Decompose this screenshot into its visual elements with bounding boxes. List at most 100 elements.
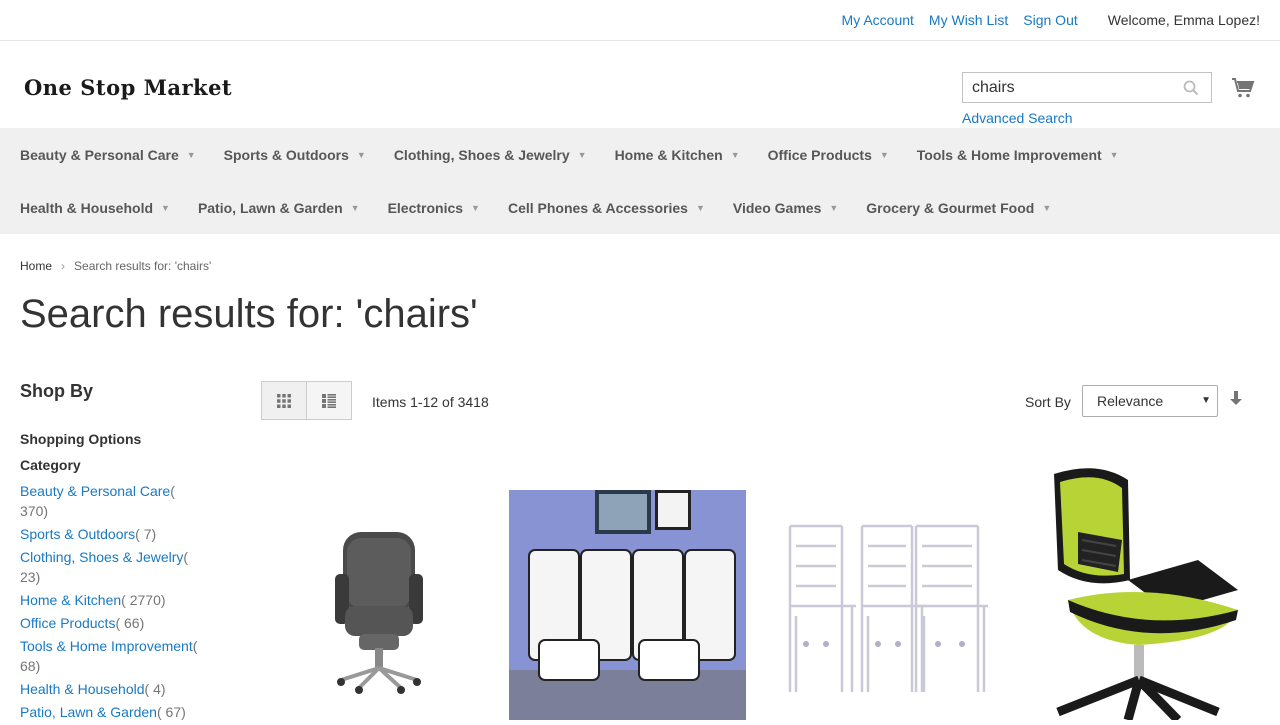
category-filter-link[interactable]: Office Products	[20, 615, 115, 631]
green-mesh-office-chair-image	[1054, 468, 1238, 720]
sidebar-filters: Shop By Shopping Options Category Beauty…	[20, 381, 200, 725]
sort-by-select[interactable]: Relevance ▼	[1082, 385, 1218, 417]
chevron-down-icon: ▼	[186, 149, 196, 160]
nav-item-video-games[interactable]: Video Games ▼	[733, 200, 838, 216]
product-image[interactable]	[766, 466, 1002, 720]
category-filter-link[interactable]: Home & Kitchen	[20, 592, 121, 608]
nav-item-clothing-shoes-jewelry[interactable]: Clothing, Shoes & Jewelry ▼	[394, 147, 587, 163]
list-item: Beauty & Personal Care( 370)	[20, 481, 200, 521]
nav-item-label: Office Products	[767, 146, 872, 163]
category-filter-title[interactable]: Category	[20, 457, 200, 473]
list-item: Patio, Lawn & Garden( 67)	[20, 702, 200, 722]
nav-item-health-household[interactable]: Health & Household ▼	[20, 200, 170, 216]
chevron-down-icon: ▼	[829, 202, 839, 213]
store-logo[interactable]: One Stop Market	[24, 75, 232, 100]
category-filter-list: Beauty & Personal Care( 370) Sports & Ou…	[20, 481, 200, 722]
chevron-down-icon: ▼	[356, 149, 366, 160]
nav-item-home-kitchen[interactable]: Home & Kitchen ▼	[615, 147, 740, 163]
breadcrumb-current: Search results for: 'chairs'	[74, 259, 212, 273]
my-account-link[interactable]: My Account	[842, 12, 914, 28]
category-navigation: Beauty & Personal Care ▼ Sports & Outdoor…	[0, 128, 1280, 234]
category-filter-link[interactable]: Beauty & Personal Care	[20, 483, 170, 499]
sign-out-link[interactable]: Sign Out	[1023, 12, 1077, 28]
white-dining-chairs-image	[509, 490, 746, 720]
grid-icon	[277, 393, 291, 408]
chevron-down-icon: ▼	[1042, 202, 1052, 213]
sort-by-value: Relevance	[1097, 393, 1164, 409]
nav-item-electronics[interactable]: Electronics ▼	[388, 200, 480, 216]
clear-acrylic-chairs-image	[788, 524, 988, 692]
nav-item-sports-outdoors[interactable]: Sports & Outdoors ▼	[224, 147, 366, 163]
nav-item-label: Tools & Home Improvement	[916, 146, 1102, 163]
gray-office-chair-image	[335, 532, 423, 694]
list-item: Clothing, Shoes & Jewelry( 23)	[20, 547, 200, 587]
breadcrumb: Home › Search results for: 'chairs'	[20, 259, 211, 273]
nav-item-office-products[interactable]: Office Products ▼	[768, 147, 889, 163]
search-icon[interactable]	[1183, 80, 1199, 96]
chevron-right-icon: ›	[61, 259, 66, 273]
list-item: Tools & Home Improvement( 68)	[20, 636, 200, 676]
cart-icon[interactable]	[1231, 76, 1255, 100]
site-header: One Stop Market Advanced Search	[0, 41, 1280, 128]
chevron-down-icon: ▼	[730, 149, 740, 160]
nav-item-label: Cell Phones & Accessories	[507, 199, 688, 216]
list-item: Home & Kitchen( 2770)	[20, 590, 200, 610]
nav-row-2: Health & Household ▼ Patio, Lawn & Garden…	[20, 181, 1280, 234]
nav-item-label: Grocery & Gourmet Food	[866, 199, 1035, 216]
page-title: Search results for: 'chairs'	[20, 292, 478, 336]
sort-by-label: Sort By	[1025, 394, 1071, 410]
advanced-search-link[interactable]: Advanced Search	[962, 110, 1073, 126]
grid-view-button[interactable]	[261, 381, 307, 420]
products-toolbar: Items 1-12 of 3418 Sort By Relevance ▼	[261, 381, 1261, 421]
product-image[interactable]	[261, 466, 497, 720]
chevron-down-icon: ▼	[695, 202, 705, 213]
chevron-down-icon: ▼	[879, 149, 889, 160]
category-count: ( 66)	[115, 615, 145, 631]
shop-by-heading: Shop By	[20, 381, 94, 401]
breadcrumb-home-link[interactable]: Home	[20, 259, 52, 273]
top-links-bar: My Account My Wish List Sign Out Welcome…	[0, 0, 1280, 41]
wish-list-link[interactable]: My Wish List	[929, 12, 1008, 28]
category-filter-link[interactable]: Tools & Home Improvement	[20, 638, 193, 654]
nav-item-tools-home-improvement[interactable]: Tools & Home Improvement ▼	[917, 147, 1119, 163]
list-item: Sports & Outdoors( 7)	[20, 524, 200, 544]
category-count: ( 2770)	[121, 592, 166, 608]
nav-item-cell-phones-accessories[interactable]: Cell Phones & Accessories ▼	[508, 200, 705, 216]
search-box	[962, 72, 1212, 103]
chevron-down-icon: ▼	[577, 149, 587, 160]
product-image[interactable]	[509, 490, 746, 720]
shopping-options-heading: Shopping Options	[20, 431, 142, 447]
chevron-down-icon: ▼	[161, 202, 170, 213]
search-input[interactable]	[963, 73, 1173, 102]
chevron-down-icon: ▼	[1201, 395, 1211, 406]
category-filter-link[interactable]: Patio, Lawn & Garden	[20, 704, 157, 720]
nav-item-label: Sports & Outdoors	[223, 146, 349, 163]
nav-row-1: Beauty & Personal Care ▼ Sports & Outdoor…	[20, 128, 1280, 181]
nav-item-label: Electronics	[387, 199, 464, 216]
category-count: ( 67)	[156, 704, 186, 720]
nav-item-label: Clothing, Shoes & Jewelry	[393, 146, 570, 163]
nav-item-patio-lawn-garden[interactable]: Patio, Lawn & Garden ▼	[198, 200, 360, 216]
nav-item-label: Beauty & Personal Care	[20, 146, 179, 163]
sort-direction-icon[interactable]	[1230, 391, 1242, 407]
list-item: Health & Household( 4)	[20, 679, 200, 699]
product-image[interactable]	[1018, 460, 1260, 720]
list-item: Office Products( 66)	[20, 613, 200, 633]
list-icon	[322, 393, 336, 408]
nav-item-label: Health & Household	[20, 199, 154, 216]
category-filter-link[interactable]: Clothing, Shoes & Jewelry	[20, 549, 183, 565]
nav-item-label: Patio, Lawn & Garden	[197, 199, 343, 216]
nav-item-beauty-personal-care[interactable]: Beauty & Personal Care ▼	[20, 147, 196, 163]
category-filter-link[interactable]: Sports & Outdoors	[20, 526, 135, 542]
category-count: ( 7)	[135, 526, 157, 542]
items-count: Items 1-12 of 3418	[372, 394, 489, 410]
chevron-down-icon: ▼	[471, 202, 480, 213]
nav-item-grocery-gourmet-food[interactable]: Grocery & Gourmet Food ▼	[866, 200, 1051, 216]
chevron-down-icon: ▼	[350, 202, 360, 213]
nav-item-label: Home & Kitchen	[614, 146, 723, 163]
welcome-message: Welcome, Emma Lopez!	[1107, 12, 1260, 28]
nav-item-label: Video Games	[732, 199, 822, 216]
category-count: ( 4)	[144, 681, 166, 697]
category-filter-link[interactable]: Health & Household	[20, 681, 145, 697]
list-view-button[interactable]	[306, 381, 352, 420]
